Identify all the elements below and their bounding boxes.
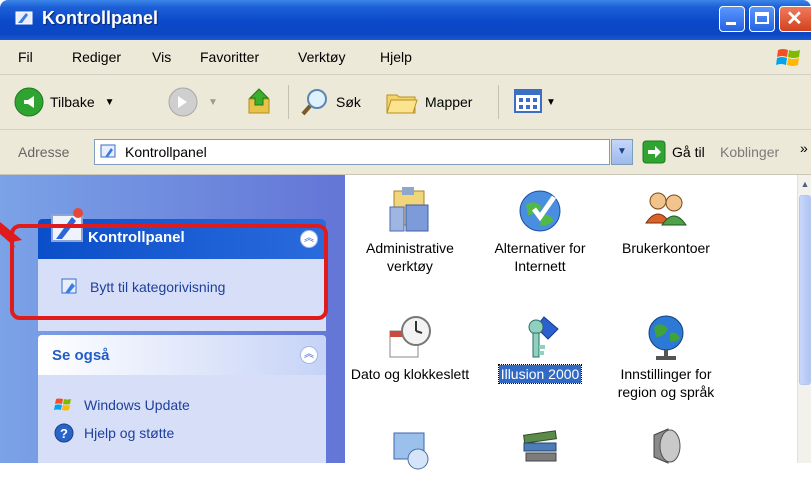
illusion-key-icon <box>528 316 559 358</box>
search-label: Søk <box>336 94 361 110</box>
windows-update-label: Windows Update <box>84 397 190 413</box>
maximize-button[interactable] <box>749 6 775 32</box>
icon-item[interactable]: Brukerkontoer <box>601 185 731 257</box>
up-folder-icon <box>248 88 270 114</box>
user-accounts-icon <box>645 192 687 226</box>
help-support-label: Hjelp og støtte <box>84 425 175 441</box>
admin-tools-icon <box>389 187 429 232</box>
scroll-thumb[interactable] <box>799 195 811 385</box>
forward-dropdown-icon[interactable]: ▼ <box>208 97 218 108</box>
forward-button[interactable]: ▼ <box>168 87 218 117</box>
views-dropdown-icon[interactable]: ▼ <box>546 97 556 108</box>
menu-view[interactable]: Vis <box>152 49 171 65</box>
forward-arrow-icon <box>168 87 198 117</box>
display-icon <box>393 432 429 470</box>
maximize-icon <box>755 12 769 24</box>
go-button[interactable]: Gå til <box>672 144 705 160</box>
see-also-section: Se også ︽ Windows Update ? Hjelp og støt… <box>38 335 326 463</box>
internet-options-icon <box>519 190 561 232</box>
see-also-title: Se også <box>52 347 110 364</box>
search-icon <box>301 89 327 116</box>
menu-tools[interactable]: Verktøy <box>298 49 345 65</box>
close-button[interactable]: ✕ <box>779 6 811 32</box>
icon-item[interactable] <box>345 427 475 479</box>
folders-icon <box>386 94 418 114</box>
windows-logo-icon <box>776 49 800 66</box>
folders-label: Mapper <box>425 94 473 110</box>
search-button[interactable]: Søk <box>300 87 361 117</box>
back-dropdown-icon[interactable]: ▼ <box>105 97 115 108</box>
control-panel-small-icon <box>100 144 116 158</box>
sounds-speaker-icon <box>653 428 681 464</box>
windows-update-icon <box>54 398 71 411</box>
up-folder-button[interactable] <box>246 87 276 117</box>
icon-item[interactable]: Innstillinger for region og språk <box>601 311 731 401</box>
minimize-button[interactable] <box>719 6 745 32</box>
back-button[interactable]: Tilbake ▼ <box>14 87 115 117</box>
address-value: Kontrollpanel <box>125 144 207 160</box>
minimize-icon <box>726 22 736 25</box>
svg-text:?: ? <box>60 426 68 441</box>
windows-update-link[interactable]: Windows Update <box>54 395 190 415</box>
icon-item[interactable]: Alternativer for Internett <box>475 185 605 275</box>
date-time-icon <box>389 316 431 358</box>
address-dropdown-button[interactable]: ▼ <box>611 139 633 165</box>
collapse-icon[interactable]: ︽ <box>300 346 318 364</box>
views-button[interactable]: ▼ <box>514 87 556 117</box>
menu-favorites[interactable]: Favoritter <box>200 49 259 65</box>
go-arrow-icon[interactable] <box>642 140 666 164</box>
icon-item[interactable]: Dato og klokkeslett <box>345 311 475 383</box>
menu-file[interactable]: Fil <box>18 49 33 65</box>
icon-label: Brukerkontoer <box>622 240 710 256</box>
address-bar: Adresse Kontrollpanel ▼ Gå til Koblinger… <box>0 130 811 175</box>
toolbar-separator <box>288 85 289 119</box>
links-toolbar[interactable]: Koblinger <box>720 144 779 160</box>
red-arrow-icon <box>0 222 22 248</box>
vertical-scrollbar[interactable]: ▲ <box>797 175 811 463</box>
icon-item[interactable]: Illusion 2000 <box>475 311 605 384</box>
icon-item[interactable]: Administrative verktøy <box>345 185 475 275</box>
back-arrow-icon <box>14 87 44 117</box>
control-panel-icon <box>15 11 33 25</box>
window-title: Kontrollpanel <box>42 8 158 28</box>
back-label: Tilbake <box>50 94 95 110</box>
toolbar-chevron[interactable]: » <box>800 140 808 156</box>
icon-label: Innstillinger for region og språk <box>617 366 715 400</box>
books-stack-icon <box>523 430 557 462</box>
icon-label: Dato og klokkeslett <box>350 366 470 382</box>
regional-globe-icon <box>648 315 684 360</box>
toolbar: Tilbake ▼ ▼ Søk Mapper ▼ <box>0 75 811 130</box>
icon-label-selected: Illusion 2000 <box>497 364 583 384</box>
help-support-link[interactable]: ? Hjelp og støtte <box>54 423 174 443</box>
help-icon: ? <box>54 423 74 443</box>
icon-label: Alternativer for Internett <box>494 240 586 274</box>
toolbar-separator <box>498 85 499 119</box>
folders-button[interactable]: Mapper <box>385 87 472 117</box>
menu-edit[interactable]: Rediger <box>72 49 121 65</box>
highlight-box <box>10 224 328 320</box>
see-also-header[interactable]: Se også ︽ <box>38 335 326 375</box>
menu-help[interactable]: Hjelp <box>380 49 412 65</box>
icon-item[interactable] <box>601 427 731 479</box>
icon-view: Administrative verktøy Alternativer for … <box>345 175 797 470</box>
menu-bar: Fil Rediger Vis Favoritter Verktøy Hjelp <box>0 40 811 75</box>
close-icon: ✕ <box>786 8 803 30</box>
icon-item[interactable] <box>475 427 605 479</box>
scroll-up-icon[interactable]: ▲ <box>799 179 811 191</box>
views-grid-icon <box>514 89 542 113</box>
address-label: Adresse <box>18 144 70 160</box>
title-bar: Kontrollpanel ✕ <box>0 0 811 40</box>
address-field[interactable]: Kontrollpanel <box>94 139 610 165</box>
icon-label: Administrative verktøy <box>366 240 454 274</box>
